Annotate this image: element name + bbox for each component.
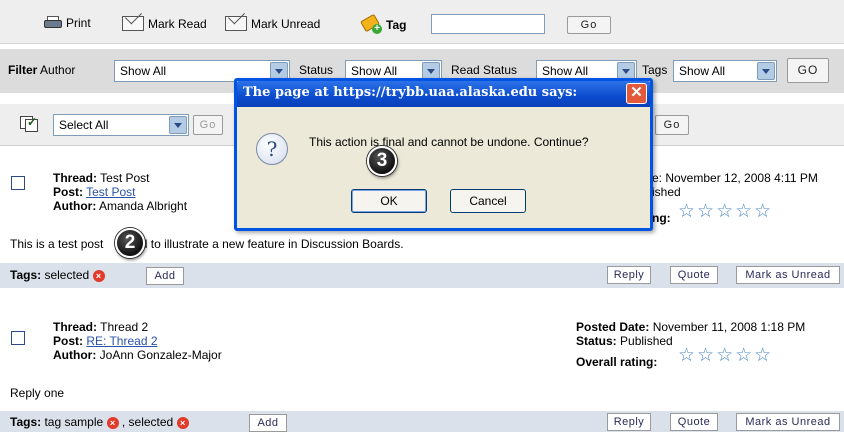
author-filter-label: Author [40,63,76,77]
post-2-mark-unread-button[interactable]: Mark as Unread [736,413,840,431]
post-2-tags: Tags: tag sample × , selected × [10,415,189,429]
post-2-post: Post: RE: Thread 2 [53,334,158,348]
tags-filter-label: Tags [642,63,668,77]
step-3-marker: 3 [367,146,397,176]
tag-go-button[interactable]: Go [567,16,611,34]
action-toolbar: Print Mark Read Mark Unread + Tag Go [0,0,844,44]
status-filter-label: Status [299,63,334,77]
post-2-rating-label: Overall rating: [576,355,658,369]
author-select-value: Show All [120,64,167,78]
post-1-add-tag-button[interactable]: Add [146,267,184,285]
mark-unread-label: Mark Unread [251,16,321,31]
mark-unread-icon [225,16,247,31]
confirm-dialog: The page at https://trybb.uaa.alaska.edu… [234,78,653,231]
tag-control: + Tag [360,13,407,34]
dialog-message: This action is final and cannot be undon… [309,135,589,149]
mark-read-icon [122,16,144,31]
post-2-quote-button[interactable]: Quote [670,413,718,431]
post-1-tags: Tags: selected × [10,268,105,282]
chevron-down-icon [757,62,775,80]
post-2-link[interactable]: RE: Thread 2 [86,334,157,348]
bulk-select-value: Select All [59,118,109,132]
post-1-body: This is a test post used to illustrate a … [10,237,404,251]
post-1-link[interactable]: Test Post [86,185,135,199]
add-tag-icon: + [360,13,382,34]
mark-unread-button[interactable]: Mark Unread [225,16,320,31]
remove-tag-icon[interactable]: × [92,270,105,282]
post-1-post: Post: Test Post [53,185,136,199]
dialog-title: The page at https://trybb.uaa.alaska.edu… [243,85,578,100]
printer-icon [44,16,62,30]
post-2-tags-bar: Tags: tag sample × , selected × Add Repl… [0,411,844,432]
select-all-icon: ✓ [20,114,40,132]
remove-tag-icon[interactable]: × [176,417,189,429]
tags-select-value: Show All [679,64,726,78]
post-2-thread: Thread: Thread 2 [53,320,149,334]
tags-select[interactable]: Show All [673,60,777,82]
tag-input[interactable] [431,14,545,34]
post-1-quote-button[interactable]: Quote [670,266,718,284]
post-2-add-tag-button[interactable]: Add [249,414,287,432]
post-1-date: e: November 12, 2008 4:11 PM [652,171,818,185]
dialog-title-bar[interactable]: The page at https://trybb.uaa.alaska.edu… [237,81,650,107]
close-icon[interactable]: ✕ [626,83,647,104]
bulk-select[interactable]: Select All [53,114,189,136]
read-status-filter-label: Read Status [451,63,518,77]
post-1-reply-button[interactable]: Reply [607,266,651,284]
filter-label: Filter [8,63,38,77]
remove-tag-icon[interactable]: × [106,417,119,429]
question-icon: ? [256,133,288,165]
step-2-marker: 2 [115,228,145,258]
post-1-mark-unread-button[interactable]: Mark as Unread [736,266,840,284]
print-label: Print [66,16,91,30]
print-button[interactable]: Print [44,16,91,30]
post-2-reply-button[interactable]: Reply [607,413,651,431]
post-1-status: ished [652,185,681,199]
filter-go-button[interactable]: GO [787,58,829,83]
post-2-star-rating[interactable]: ☆☆☆☆☆ [678,344,773,367]
post-1-author: Author: Amanda Albright [53,199,188,213]
post-1-checkbox[interactable] [11,176,25,190]
mark-read-button[interactable]: Mark Read [122,16,207,31]
tag-label: Tag [386,18,407,32]
post-2-date: Posted Date: November 11, 2008 1:18 PM [576,320,806,334]
post-1-thread: Thread: Test Post [53,171,150,185]
post-2-checkbox[interactable] [11,331,25,345]
cancel-button[interactable]: Cancel [450,189,526,213]
ok-button[interactable]: OK [351,189,427,213]
post-2-body: Reply one [10,386,65,400]
read-status-select-value: Show All [542,64,589,78]
post-1-tags-bar: Tags: selected × Add Reply Quote Mark as… [0,263,844,288]
post-2-author: Author: JoAnn Gonzalez-Major [53,348,222,362]
status-select-value: Show All [351,64,398,78]
bulk-go-button-right[interactable]: Go [655,115,689,135]
bulk-go-button[interactable]: Go [193,115,223,135]
post-2-status: Status: Published [576,334,673,348]
mark-read-label: Mark Read [148,16,207,31]
post-1-star-rating[interactable]: ☆☆☆☆☆ [678,200,773,223]
chevron-down-icon [169,116,187,134]
post-1-rating-label: ng: [652,211,671,225]
